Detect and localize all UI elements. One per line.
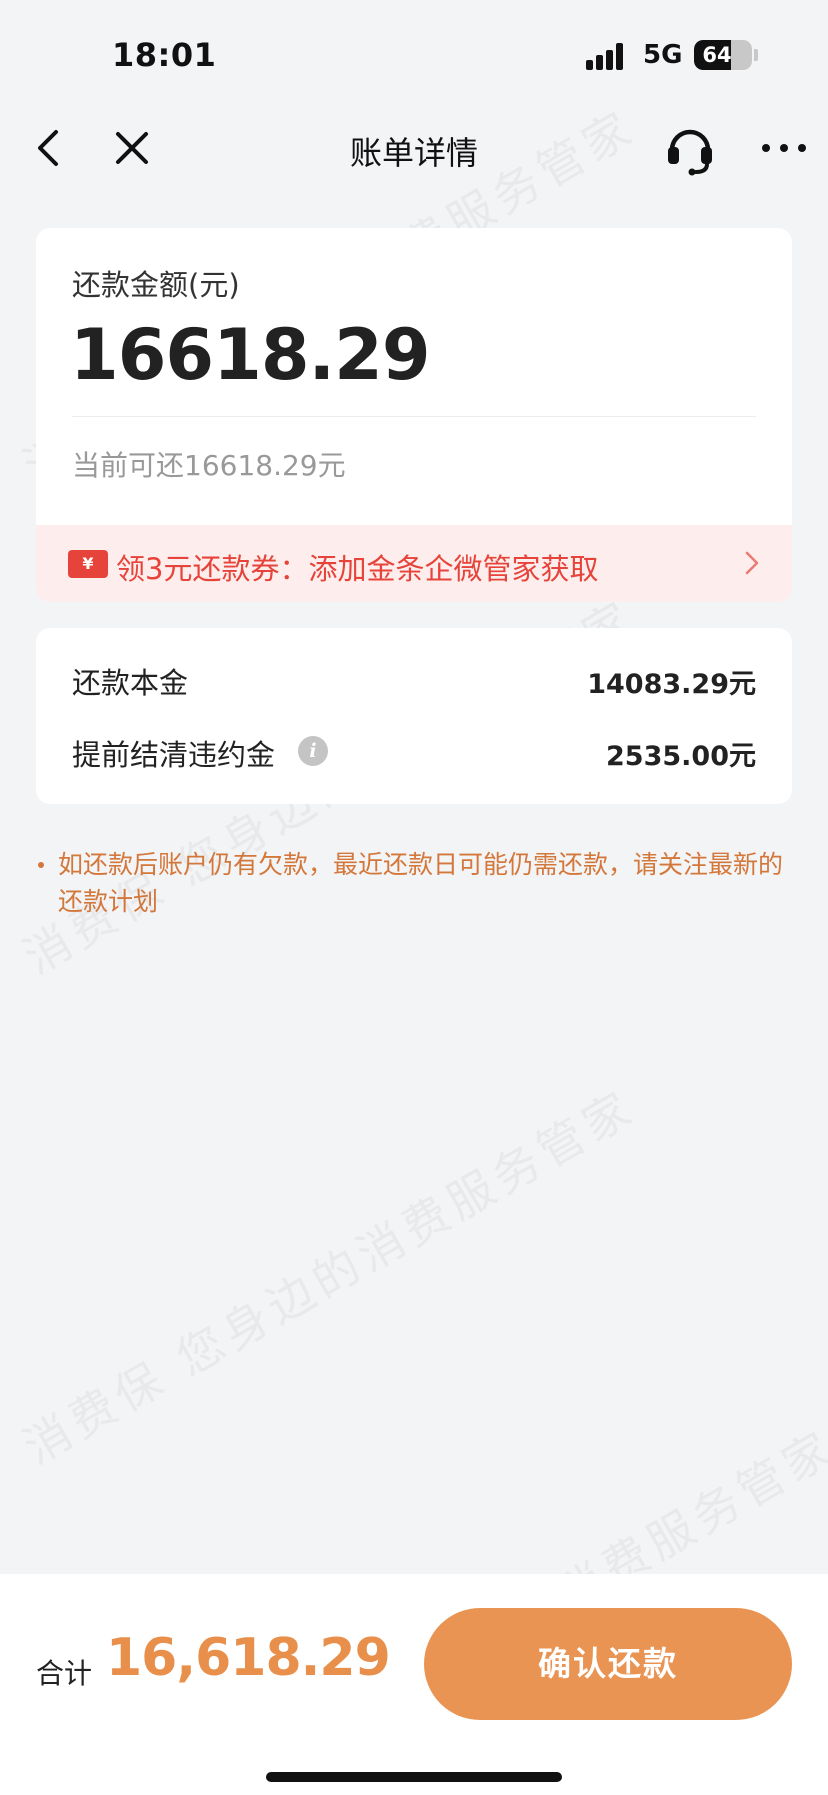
chevron-right-icon <box>745 551 759 575</box>
info-icon[interactable]: i <box>298 736 328 766</box>
principal-label: 还款本金 <box>72 666 189 700</box>
bullet-dot <box>38 862 44 868</box>
coupon-ticket-icon: ¥ <box>68 550 108 578</box>
penalty-label: 提前结清违约金 <box>72 738 276 772</box>
battery-icon: 64 <box>694 40 752 70</box>
penalty-value: 2535.00元 <box>606 741 756 772</box>
principal-row: 还款本金 14083.29元 <box>72 660 756 700</box>
amount-card: 还款金额(元) 16618.29 当前可还16618.29元 ¥ 领3元还款券：… <box>36 228 792 602</box>
total-value: 16,618.29 <box>106 1628 391 1688</box>
coupon-banner[interactable]: ¥ 领3元还款券：添加金条企微管家获取 <box>36 525 792 602</box>
network-label: 5G <box>643 40 683 70</box>
bottom-bar: 合计 16,618.29 确认还款 <box>0 1574 828 1795</box>
amount-hint: 当前可还16618.29元 <box>72 449 346 482</box>
headset-icon <box>668 129 712 176</box>
amount-divider <box>72 416 756 417</box>
principal-value: 14083.29元 <box>587 669 756 700</box>
more-icon <box>762 144 806 152</box>
more-button[interactable] <box>756 120 812 176</box>
home-indicator[interactable] <box>266 1772 562 1782</box>
total-label: 合计 <box>36 1657 93 1690</box>
signal-icon <box>586 42 630 70</box>
nav-bar: 账单详情 <box>0 110 828 186</box>
status-bar: 18:01 5G 64 <box>0 0 828 110</box>
confirm-repayment-button[interactable]: 确认还款 <box>424 1608 792 1720</box>
notice-text: 如还款后账户仍有欠款，最近还款日可能仍需还款，请关注最新的还款计划 <box>58 850 784 916</box>
customer-service-button[interactable] <box>662 118 718 178</box>
coupon-text: 领3元还款券：添加金条企微管家获取 <box>116 552 599 586</box>
penalty-row: 提前结清违约金 i 2535.00元 <box>72 732 756 772</box>
status-time: 18:01 <box>112 36 217 74</box>
battery-cap <box>754 49 758 61</box>
amount-label: 还款金额(元) <box>72 268 240 302</box>
amount-value: 16618.29 <box>70 314 431 396</box>
battery-level: 64 <box>702 43 732 67</box>
repayment-breakdown-card: 还款本金 14083.29元 提前结清违约金 i 2535.00元 <box>36 628 792 804</box>
screen: 消费保 您身边的消费服务管家 消费保 您身边的消费服务管家 消费保 您身边的消费… <box>0 0 828 1795</box>
watermark-3: 消费保 您身边的消费服务管家 <box>14 1079 645 1475</box>
